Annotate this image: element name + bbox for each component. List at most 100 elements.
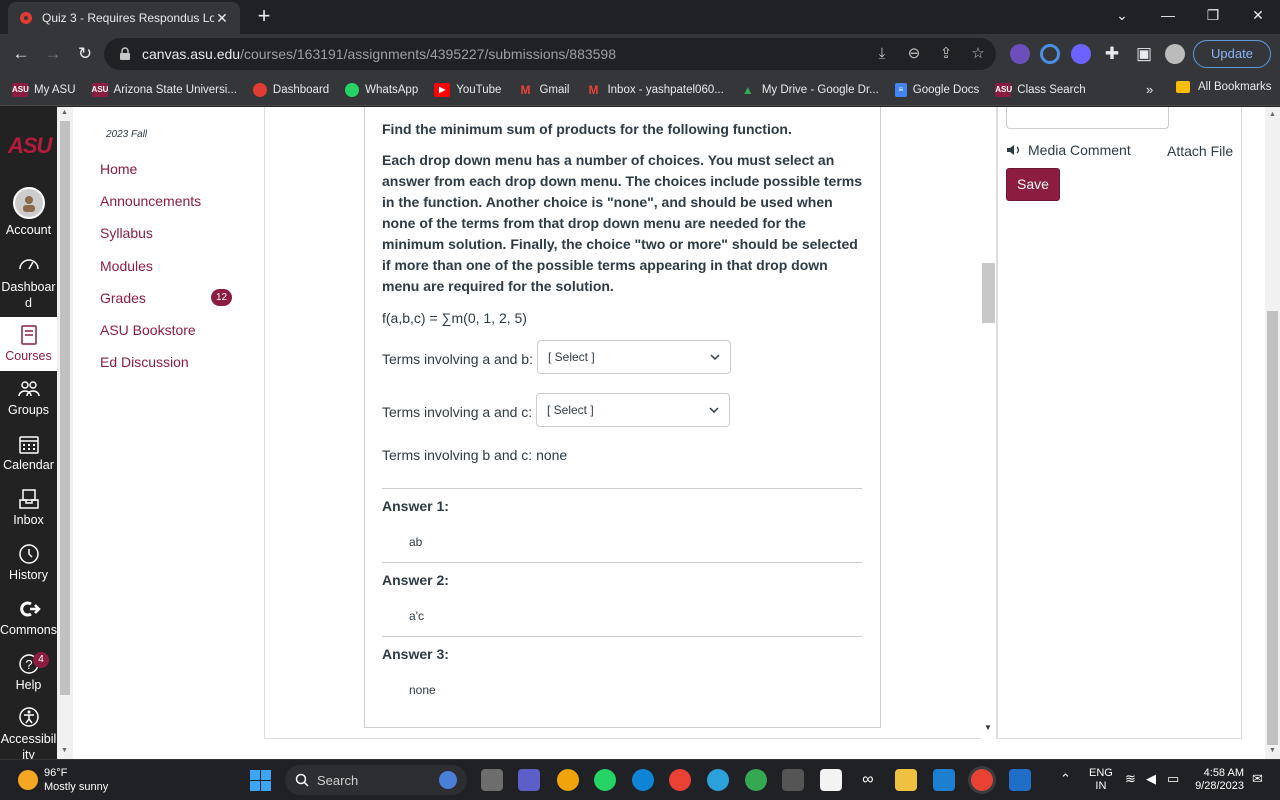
bookmark-item[interactable]: M Gmail: [517, 83, 569, 97]
bookmark-item[interactable]: M Inbox - yashpatel060...: [585, 83, 723, 97]
teams-icon[interactable]: [518, 769, 540, 791]
course-nav-announcements[interactable]: Announcements: [100, 193, 201, 209]
global-nav-calendar[interactable]: Calendar: [0, 432, 57, 472]
minimize-button[interactable]: —: [1154, 4, 1182, 26]
tab-close-icon[interactable]: ✕: [214, 10, 230, 27]
all-bookmarks-button[interactable]: All Bookmarks: [1176, 81, 1272, 93]
tray-overflow-icon[interactable]: ⌃: [1060, 772, 1071, 785]
address-bar[interactable]: canvas.asu.edu/courses/163191/assignment…: [104, 38, 996, 70]
back-button[interactable]: ←: [10, 43, 32, 65]
course-nav-modules[interactable]: Modules: [100, 258, 153, 274]
bookmark-item[interactable]: WhatsApp: [345, 82, 418, 97]
global-nav-accessibility[interactable]: Accessibility: [0, 705, 57, 759]
camera-icon[interactable]: [782, 769, 804, 791]
bookmark-item[interactable]: Dashboard: [252, 82, 329, 97]
bookmarks-overflow-button[interactable]: »: [1146, 82, 1153, 97]
bookmark-item[interactable]: ASU Class Search: [995, 82, 1086, 97]
dashboard-icon: [18, 259, 39, 270]
bookmark-item[interactable]: ≡ Google Docs: [894, 82, 979, 97]
global-nav-dashboard[interactable]: Dashboard: [0, 253, 57, 311]
row1-label: Terms involving a and b:: [382, 351, 533, 367]
extension-gear-icon[interactable]: [1071, 44, 1091, 64]
global-nav-help[interactable]: ? 4 Help: [0, 652, 57, 692]
scroll-down-icon[interactable]: ▼: [984, 723, 992, 732]
restore-button[interactable]: ❐: [1199, 4, 1227, 26]
global-nav-groups[interactable]: Groups: [0, 377, 57, 417]
nav-scrollbar-thumb[interactable]: [60, 121, 70, 695]
whatsapp-taskbar-icon[interactable]: [594, 769, 616, 791]
course-nav-asu-bookstore[interactable]: ASU Bookstore: [100, 322, 196, 338]
bookmark-item[interactable]: ▶ YouTube: [434, 82, 501, 97]
global-nav-inbox[interactable]: Inbox: [0, 487, 57, 527]
new-tab-button[interactable]: +: [252, 5, 276, 28]
scroll-up-icon[interactable]: ▲: [1269, 111, 1276, 118]
calculator-icon[interactable]: [1009, 769, 1031, 791]
notepad-icon[interactable]: [933, 769, 955, 791]
bookmark-item[interactable]: ASU Arizona State Universi...: [91, 82, 237, 97]
file-explorer-icon[interactable]: [895, 769, 917, 791]
global-nav-commons[interactable]: Commons: [0, 597, 57, 637]
tips-icon[interactable]: [557, 769, 579, 791]
close-window-button[interactable]: ✕: [1244, 4, 1272, 26]
chrome-profile-icon[interactable]: [745, 769, 767, 791]
notifications-icon[interactable]: ✉: [1252, 772, 1263, 785]
nav-scrollbar[interactable]: ▲ ▼: [57, 107, 73, 759]
volume-icon[interactable]: ◀: [1146, 772, 1156, 785]
update-button[interactable]: Update: [1193, 40, 1271, 68]
clock[interactable]: 4:58 AM 9/28/2023: [1192, 767, 1244, 793]
store-icon[interactable]: [820, 769, 842, 791]
scroll-down-icon[interactable]: ▼: [61, 747, 68, 754]
course-nav-grades[interactable]: Grades: [100, 290, 146, 306]
forward-button[interactable]: →: [42, 43, 64, 65]
divider: [382, 636, 862, 637]
course-nav-home[interactable]: Home: [100, 161, 137, 177]
chrome-active-icon[interactable]: [971, 769, 993, 791]
battery-icon[interactable]: ▭: [1167, 772, 1179, 785]
extension-sync-icon[interactable]: [1040, 44, 1060, 64]
vscode-icon[interactable]: ∞: [857, 769, 879, 791]
page-scrollbar-thumb[interactable]: [1267, 311, 1278, 745]
course-nav-ed-discussion[interactable]: Ed Discussion: [100, 354, 189, 370]
profile-avatar-icon[interactable]: [1165, 44, 1185, 64]
taskbar-search[interactable]: Search: [285, 765, 467, 795]
telegram-icon[interactable]: [707, 769, 729, 791]
media-comment-link[interactable]: Media Comment: [1006, 142, 1131, 158]
extensions-puzzle-icon[interactable]: ✚: [1101, 43, 1123, 65]
wifi-icon[interactable]: ≋: [1125, 772, 1136, 785]
tab-title: Quiz 3 - Requires Respondus LockDown Bro…: [42, 11, 214, 25]
global-nav-account[interactable]: Account: [0, 187, 57, 239]
extension-icon[interactable]: [1010, 44, 1030, 64]
chrome-taskbar-icon[interactable]: [669, 769, 691, 791]
bookmark-item[interactable]: ASU My ASU: [12, 82, 76, 97]
zoom-icon[interactable]: ⊖: [904, 44, 924, 64]
windows-start-icon[interactable]: [250, 770, 271, 791]
submission-scrollbar[interactable]: ▼: [981, 107, 996, 739]
scroll-up-icon[interactable]: ▲: [61, 109, 68, 116]
tab-search-icon[interactable]: ⌄: [1108, 4, 1136, 26]
bookmark-star-icon[interactable]: ☆: [968, 44, 988, 64]
course-nav-syllabus[interactable]: Syllabus: [100, 225, 153, 241]
comment-textarea[interactable]: [1006, 107, 1169, 129]
terms-ac-select[interactable]: [ Select ]: [536, 393, 730, 427]
youtube-icon: ▶: [434, 82, 451, 97]
side-panel-icon[interactable]: ▣: [1133, 43, 1155, 65]
task-view-icon[interactable]: [481, 769, 503, 791]
global-nav-history[interactable]: History: [0, 542, 57, 582]
browser-tab-active[interactable]: Quiz 3 - Requires Respondus LockDown Bro…: [8, 2, 240, 34]
page-scrollbar[interactable]: ▲ ▼: [1265, 107, 1280, 759]
edge-icon[interactable]: [632, 769, 654, 791]
attach-file-link[interactable]: Attach File: [1167, 143, 1233, 159]
share-icon[interactable]: ⇪: [936, 44, 956, 64]
weather-widget[interactable]: 96°F Mostly sunny: [18, 766, 108, 794]
terms-ab-select[interactable]: [ Select ]: [537, 340, 731, 374]
bookmark-item[interactable]: ▲ My Drive - Google Dr...: [740, 83, 879, 97]
submission-scrollbar-thumb[interactable]: [982, 263, 995, 323]
asu-logo[interactable]: ASU: [8, 133, 52, 159]
reload-button[interactable]: ↻: [74, 43, 96, 65]
language-indicator[interactable]: ENG IN: [1089, 767, 1113, 793]
install-app-icon[interactable]: ⤓: [872, 44, 892, 64]
save-button[interactable]: Save: [1006, 168, 1060, 201]
global-nav-courses[interactable]: Courses: [0, 317, 57, 371]
row3-text: Terms involving b and c: none: [382, 447, 568, 463]
scroll-down-icon[interactable]: ▼: [1269, 747, 1276, 754]
